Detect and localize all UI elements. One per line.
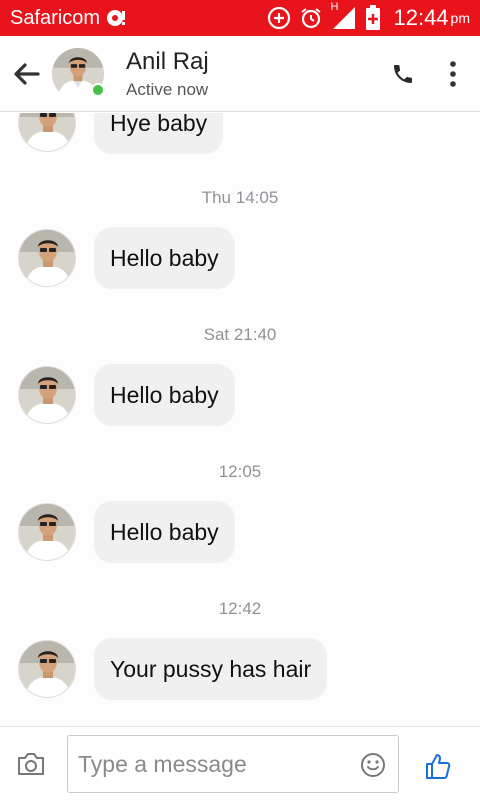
status-icons: H 12:44 pm	[267, 1, 470, 31]
contact-name: Anil Raj	[126, 47, 209, 75]
sender-avatar[interactable]	[18, 229, 76, 287]
battery-icon	[365, 5, 381, 31]
data-saver-icon	[267, 6, 291, 30]
message-row: Hello baby	[18, 227, 235, 289]
header-actions	[378, 49, 480, 99]
conversation-header: Anil Raj Active now	[0, 36, 480, 112]
more-options-button[interactable]	[428, 49, 478, 99]
safaricom-logo-icon	[105, 7, 127, 29]
message-row: Hello baby	[18, 364, 235, 426]
status-bar: Safaricom H 12:44 pm	[0, 0, 480, 36]
sender-avatar[interactable]	[18, 113, 76, 152]
clock: 12:44	[393, 5, 449, 30]
like-button[interactable]	[424, 751, 454, 781]
message-timestamp: 12:42	[218, 599, 262, 618]
message-row: Hello baby	[18, 501, 235, 563]
network-type: H	[330, 1, 339, 13]
online-indicator	[91, 82, 105, 97]
call-button[interactable]	[378, 49, 428, 99]
carrier-name: Safaricom	[10, 6, 101, 29]
message-timestamp: 12:05	[218, 462, 262, 481]
sender-avatar[interactable]	[18, 640, 76, 698]
sender-avatar[interactable]	[18, 503, 76, 561]
message-input[interactable]	[68, 750, 338, 778]
contact-status: Active now	[126, 79, 209, 99]
message-bubble[interactable]: Hello baby	[94, 501, 235, 563]
message-row: Hye baby	[18, 113, 224, 154]
message-timestamp: Sat 21:40	[203, 325, 277, 344]
message-bubble[interactable]: Your pussy has hair	[94, 638, 328, 700]
clock-ampm: pm	[450, 10, 470, 26]
message-composer	[0, 726, 480, 800]
message-bubble[interactable]: Hello baby	[94, 227, 235, 289]
signal-icon: H	[330, 1, 357, 31]
contact-avatar[interactable]	[52, 47, 105, 100]
more-vertical-icon	[450, 60, 456, 87]
camera-icon	[18, 753, 44, 775]
message-list[interactable]: Hye baby Thu 14:05 Hello baby Sat 21:40 …	[0, 113, 480, 726]
phone-icon	[394, 64, 412, 83]
emoji-icon	[361, 753, 385, 777]
message-bubble[interactable]: Hye baby	[94, 113, 224, 154]
back-button[interactable]	[0, 36, 52, 112]
emoji-button[interactable]	[360, 752, 386, 778]
message-input-box[interactable]	[67, 735, 399, 793]
messenger-screen: Safaricom H 12:44 pm Anil Raj Active now…	[0, 0, 480, 800]
message-bubble[interactable]: Hello baby	[94, 364, 235, 426]
thumbs-up-icon	[426, 754, 451, 779]
back-arrow-icon	[14, 62, 40, 85]
camera-button[interactable]	[16, 751, 50, 781]
contact-info[interactable]: Anil Raj Active now	[126, 48, 209, 100]
sender-avatar[interactable]	[18, 366, 76, 424]
message-row: Your pussy has hair	[18, 638, 328, 700]
message-timestamp: Thu 14:05	[201, 188, 279, 207]
alarm-icon	[299, 6, 323, 30]
